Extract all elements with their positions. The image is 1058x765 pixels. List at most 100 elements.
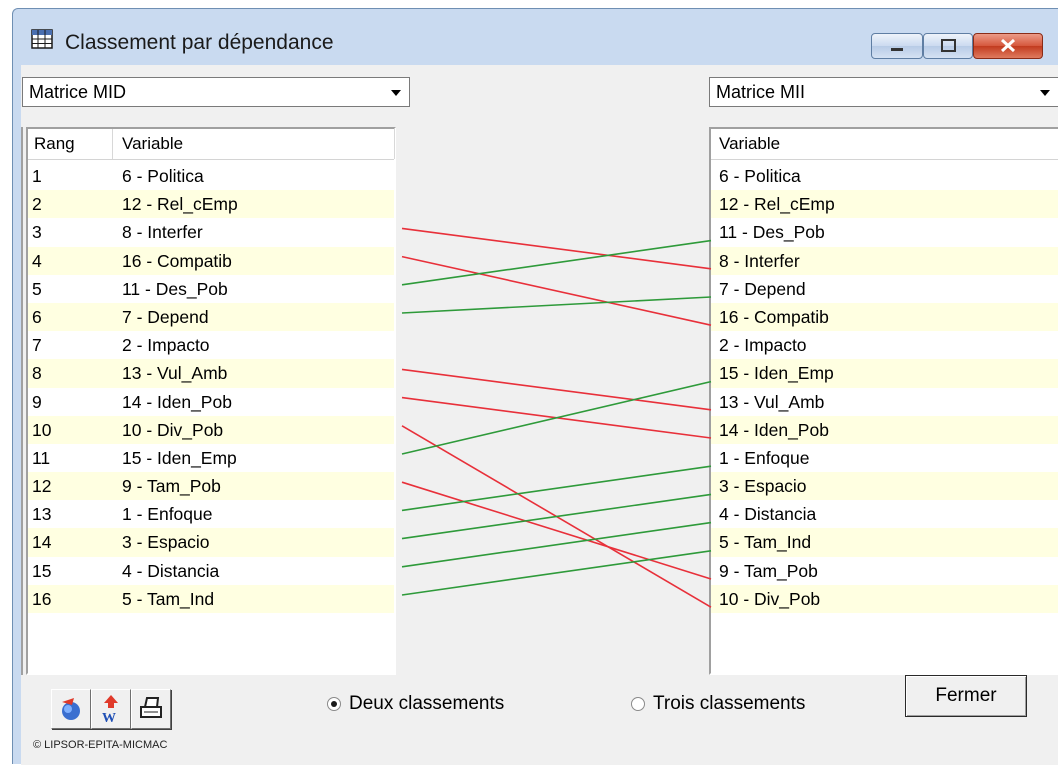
rank-cell: 14 bbox=[32, 532, 52, 553]
chevron-down-icon[interactable] bbox=[1034, 80, 1056, 104]
column-divider[interactable] bbox=[394, 129, 395, 159]
table-row[interactable]: 11 15 - Iden_Emp bbox=[28, 444, 394, 472]
rank-cell: 8 bbox=[32, 363, 42, 384]
variable-cell: 10 - Div_Pob bbox=[719, 588, 821, 609]
rank-cell: 11 bbox=[32, 447, 51, 468]
table-row[interactable]: 2 - Impacto bbox=[711, 331, 1058, 359]
variable-cell: 3 - Espacio bbox=[719, 476, 807, 497]
rank-cell: 9 bbox=[32, 391, 42, 412]
column-divider[interactable] bbox=[112, 129, 113, 159]
radio-label: Trois classements bbox=[653, 693, 806, 714]
chevron-down-icon[interactable] bbox=[385, 80, 407, 104]
right-matrix-value: Matrice MII bbox=[716, 82, 806, 102]
variable-cell: 11 - Des_Pob bbox=[122, 278, 228, 299]
table-row[interactable]: 12 - Rel_cEmp bbox=[711, 190, 1058, 219]
table-row[interactable]: 6 7 - Depend bbox=[28, 302, 394, 332]
close-window-button[interactable] bbox=[973, 33, 1043, 59]
variable-cell: 14 - Iden_Pob bbox=[122, 391, 232, 412]
table-row[interactable]: 10 - Div_Pob bbox=[711, 584, 1058, 613]
rank-cell: 5 bbox=[32, 278, 42, 299]
table-row[interactable]: 9 - Tam_Pob bbox=[711, 557, 1058, 585]
table-row[interactable]: 4 - Distancia bbox=[711, 500, 1058, 528]
radio-indicator[interactable] bbox=[631, 697, 645, 711]
export-word-button[interactable]: W bbox=[91, 689, 131, 729]
left-matrix-value: Matrice MID bbox=[29, 82, 127, 102]
variable-cell: 11 - Des_Pob bbox=[719, 222, 825, 243]
left-table-rows: 1 6 - Politica 2 12 - Rel_cEmp 3 8 - Interfer… bbox=[28, 162, 394, 613]
refresh-icon bbox=[62, 698, 80, 720]
table-row[interactable]: 7 - Depend bbox=[711, 275, 1058, 303]
table-row[interactable]: 13 1 - Enfoque bbox=[28, 500, 394, 528]
table-row[interactable]: 9 14 - Iden_Pob bbox=[28, 388, 394, 416]
table-row[interactable]: 4 16 - Compatib bbox=[28, 246, 394, 275]
rank-cell: 2 bbox=[32, 194, 42, 215]
radio-three-rankings[interactable]: Trois classements bbox=[631, 689, 805, 719]
table-row[interactable]: 13 - Vul_Amb bbox=[711, 388, 1058, 416]
right-table-header: Variable bbox=[711, 129, 1058, 160]
table-row[interactable]: 1 6 - Politica bbox=[28, 162, 394, 190]
header-rank[interactable]: Rang bbox=[34, 134, 75, 154]
variable-cell: 7 - Depend bbox=[719, 278, 806, 299]
table-row[interactable]: 11 - Des_Pob bbox=[711, 218, 1058, 246]
variable-cell: 16 - Compatib bbox=[719, 306, 829, 327]
rank-cell: 3 bbox=[32, 222, 42, 243]
table-row[interactable]: 3 - Espacio bbox=[711, 472, 1058, 501]
header-variable[interactable]: Variable bbox=[122, 134, 183, 154]
table-row[interactable]: 15 - Iden_Emp bbox=[711, 359, 1058, 388]
variable-cell: 2 - Impacto bbox=[719, 335, 807, 356]
variable-cell: 15 - Iden_Emp bbox=[719, 363, 834, 384]
printer-icon bbox=[140, 697, 162, 718]
rank-cell: 13 bbox=[32, 504, 52, 525]
table-row[interactable]: 16 5 - Tam_Ind bbox=[28, 584, 394, 613]
table-row[interactable]: 8 - Interfer bbox=[711, 246, 1058, 275]
table-row[interactable]: 5 11 - Des_Pob bbox=[28, 275, 394, 303]
table-row[interactable]: 16 - Compatib bbox=[711, 302, 1058, 332]
table-row[interactable]: 14 3 - Espacio bbox=[28, 528, 394, 557]
close-button[interactable]: Fermer bbox=[905, 675, 1027, 717]
table-row[interactable]: 10 10 - Div_Pob bbox=[28, 415, 394, 444]
rank-cell: 10 bbox=[32, 419, 52, 440]
left-ranking-table[interactable]: Rang Variable 1 6 - Politica 2 12 - Rel_cEm… bbox=[26, 127, 396, 675]
variable-cell: 16 - Compatib bbox=[122, 250, 232, 271]
variable-cell: 3 - Espacio bbox=[122, 532, 210, 553]
right-ranking-table[interactable]: Variable 6 - Politica 12 - Rel_cEmp 11 - D… bbox=[709, 127, 1058, 675]
variable-cell: 15 - Iden_Emp bbox=[122, 447, 237, 468]
table-row[interactable]: 2 12 - Rel_cEmp bbox=[28, 190, 394, 219]
variable-cell: 1 - Enfoque bbox=[122, 504, 213, 525]
variable-cell: 12 - Rel_cEmp bbox=[122, 194, 238, 215]
table-row[interactable]: 14 - Iden_Pob bbox=[711, 415, 1058, 444]
title-bar[interactable]: Classement par dépendance bbox=[13, 9, 1058, 61]
table-row[interactable]: 5 - Tam_Ind bbox=[711, 528, 1058, 557]
close-icon bbox=[1000, 38, 1016, 53]
header-variable[interactable]: Variable bbox=[719, 134, 780, 154]
radio-indicator[interactable] bbox=[327, 697, 341, 711]
table-row[interactable]: 12 9 - Tam_Pob bbox=[28, 472, 394, 501]
rank-cell: 6 bbox=[32, 306, 42, 327]
table-row[interactable]: 3 8 - Interfer bbox=[28, 218, 394, 246]
radio-two-rankings[interactable]: Deux classements bbox=[327, 689, 504, 719]
minimize-icon bbox=[891, 48, 903, 51]
table-row[interactable]: 6 - Politica bbox=[711, 162, 1058, 190]
minimize-button[interactable] bbox=[871, 33, 923, 59]
variable-cell: 1 - Enfoque bbox=[719, 447, 810, 468]
variable-cell: 4 - Distancia bbox=[719, 504, 817, 525]
variable-cell: 7 - Depend bbox=[122, 306, 209, 327]
right-table-rows: 6 - Politica 12 - Rel_cEmp 11 - Des_Pob 8 -… bbox=[711, 162, 1058, 613]
table-row[interactable]: 15 4 - Distancia bbox=[28, 557, 394, 585]
maximize-button[interactable] bbox=[923, 33, 973, 59]
copyright-text: © LIPSOR-EPITA-MICMAC bbox=[33, 739, 168, 751]
table-row[interactable]: 8 13 - Vul_Amb bbox=[28, 359, 394, 388]
right-matrix-select[interactable]: Matrice MII bbox=[709, 77, 1058, 107]
maximize-icon bbox=[941, 39, 956, 52]
refresh-button[interactable] bbox=[51, 689, 91, 729]
print-button[interactable] bbox=[131, 689, 171, 729]
table-row[interactable]: 1 - Enfoque bbox=[711, 444, 1058, 472]
rank-cell: 7 bbox=[32, 335, 42, 356]
table-row[interactable]: 7 2 - Impacto bbox=[28, 331, 394, 359]
rank-cell: 15 bbox=[32, 560, 52, 581]
left-matrix-select[interactable]: Matrice MID bbox=[22, 77, 410, 107]
rank-cell: 12 bbox=[32, 476, 52, 497]
radio-label: Deux classements bbox=[349, 693, 505, 714]
variable-cell: 9 - Tam_Pob bbox=[122, 476, 221, 497]
window-title: Classement par dépendance bbox=[65, 31, 334, 54]
